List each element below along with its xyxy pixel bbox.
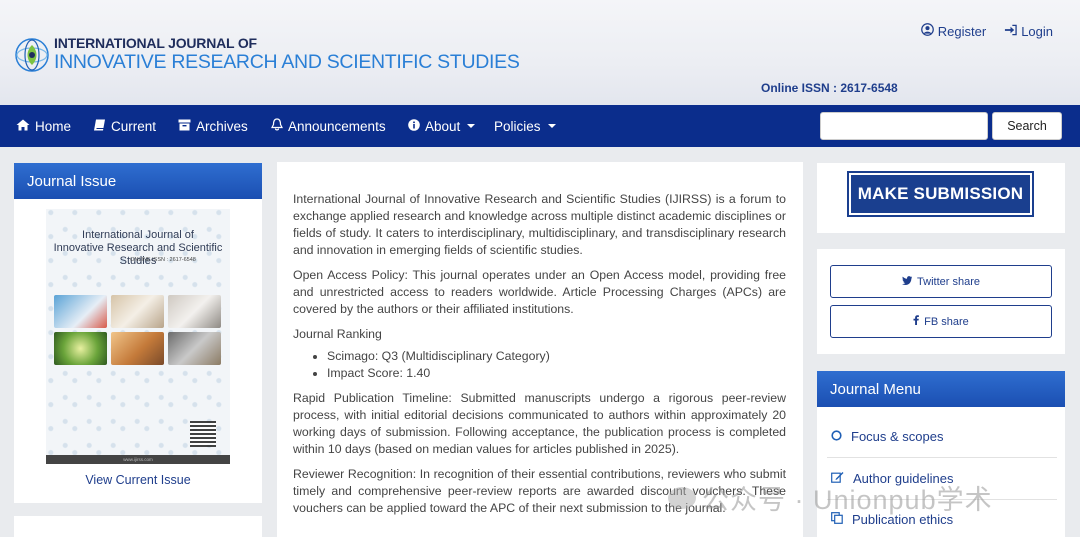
main-content: International Journal of Innovative Rese… <box>277 162 803 537</box>
home-icon <box>16 119 30 134</box>
current-issue-cover[interactable]: International Journal of Innovative Rese… <box>46 209 230 464</box>
nav-announcements-label: Announcements <box>288 118 386 134</box>
journal-menu-panel: Journal Menu Focus & scopes Author guide… <box>817 371 1065 537</box>
cover-issn: ONLINE ISSN : 2617-6548 <box>130 257 196 263</box>
menu-author-guidelines-label: Author guidelines <box>853 471 954 486</box>
nav-current-label: Current <box>111 118 157 134</box>
submission-block: MAKE SUBMISSION <box>817 163 1065 233</box>
user-links: Register Login <box>920 23 1053 39</box>
ranking-heading: Journal Ranking <box>293 327 382 341</box>
sign-in-icon <box>1004 24 1017 39</box>
nav-archives-label: Archives <box>196 118 248 134</box>
main-nav: Home Current Archives Announcements Abou… <box>0 105 1080 147</box>
journal-issue-panel: Journal Issue International Journal of I… <box>14 163 262 503</box>
share-block: Twitter share FB share <box>817 249 1065 354</box>
register-label: Register <box>937 23 987 39</box>
cover-title-line-2: Innovative Research and Scientific Studi… <box>53 242 223 267</box>
logo-emblem-icon <box>14 37 50 73</box>
ranking-item-scimago: Scimago: Q3 (Multidisciplinary Category) <box>327 348 786 365</box>
search-button[interactable]: Search <box>992 112 1062 140</box>
menu-author-guidelines[interactable]: Author guidelines <box>831 471 953 486</box>
reviewer-recognition-paragraph: Reviewer Recognition: In recognition of … <box>293 467 786 515</box>
logo-line-2: INNOVATIVE RESEARCH AND SCIENTIFIC STUDI… <box>54 51 520 73</box>
menu-focus-scopes-label: Focus & scopes <box>851 429 944 444</box>
login-link[interactable]: Login <box>1004 23 1053 39</box>
cover-title-line-1: International Journal of <box>82 229 194 241</box>
nav-about-label: About <box>425 118 461 134</box>
cover-footer: www.ijirss.com <box>46 455 230 464</box>
nav-current[interactable]: Current <box>93 105 156 147</box>
twitter-icon <box>902 275 913 288</box>
nav-about[interactable]: About <box>408 105 476 147</box>
nav-policies-label: Policies <box>494 118 541 134</box>
cover-photo-laptop <box>168 332 221 365</box>
ranking-list: Scimago: Q3 (Multidisciplinary Category)… <box>293 348 786 382</box>
journal-logo[interactable]: INTERNATIONAL JOURNAL OF INNOVATIVE RESE… <box>14 36 520 73</box>
make-submission-button[interactable]: MAKE SUBMISSION <box>847 171 1034 217</box>
cover-photo-desk <box>168 295 221 328</box>
cover-photo-grid <box>54 295 221 365</box>
site-header: INTERNATIONAL JOURNAL OF INNOVATIVE RESE… <box>0 0 1080 105</box>
circle-icon <box>831 429 842 444</box>
nav-home-label: Home <box>35 118 72 134</box>
book-icon <box>93 119 106 134</box>
menu-publication-ethics[interactable]: Publication ethics <box>831 512 953 527</box>
chevron-down-icon <box>467 124 476 128</box>
menu-divider <box>827 457 1057 458</box>
search-input[interactable] <box>820 112 988 140</box>
fb-share-label: FB share <box>924 315 969 328</box>
intro-paragraph: International Journal of Innovative Rese… <box>293 192 786 257</box>
logo-line-1: INTERNATIONAL JOURNAL OF <box>54 35 257 51</box>
left-sidebar-block <box>14 516 262 537</box>
online-issn: Online ISSN : 2617-6548 <box>761 81 898 95</box>
menu-divider <box>827 499 1057 500</box>
qr-code-icon <box>190 421 216 447</box>
cover-photo-lab <box>54 295 107 328</box>
archive-icon <box>178 119 191 134</box>
journal-issue-title: Journal Issue <box>14 163 262 199</box>
open-access-paragraph: Open Access Policy: This journal operate… <box>293 268 786 316</box>
menu-publication-ethics-label: Publication ethics <box>852 512 954 527</box>
view-current-issue-link[interactable]: View Current Issue <box>14 473 262 487</box>
rapid-publication-paragraph: Rapid Publication Timeline: Submitted ma… <box>293 391 786 456</box>
login-label: Login <box>1021 23 1053 39</box>
nav-announcements[interactable]: Announcements <box>271 105 386 147</box>
facebook-icon <box>913 315 920 328</box>
chevron-down-icon <box>547 124 556 128</box>
nav-archives[interactable]: Archives <box>178 105 248 147</box>
journal-description: International Journal of Innovative Rese… <box>293 191 786 525</box>
menu-focus-scopes[interactable]: Focus & scopes <box>831 429 944 444</box>
fb-share-button[interactable]: FB share <box>830 305 1052 338</box>
user-icon <box>920 23 934 39</box>
info-icon <box>408 118 420 134</box>
cover-photo-bulb <box>54 332 107 365</box>
nav-policies[interactable]: Policies <box>494 105 556 147</box>
bell-icon <box>271 118 283 134</box>
twitter-share-label: Twitter share <box>917 275 980 288</box>
copy-icon <box>831 512 843 527</box>
cover-photo-industry <box>111 332 164 365</box>
nav-home[interactable]: Home <box>16 105 71 147</box>
cover-photo-pills <box>111 295 164 328</box>
edit-icon <box>831 471 844 486</box>
register-link[interactable]: Register <box>920 23 987 39</box>
journal-menu-title: Journal Menu <box>817 371 1065 407</box>
twitter-share-button[interactable]: Twitter share <box>830 265 1052 298</box>
ranking-item-impact: Impact Score: 1.40 <box>327 365 786 382</box>
